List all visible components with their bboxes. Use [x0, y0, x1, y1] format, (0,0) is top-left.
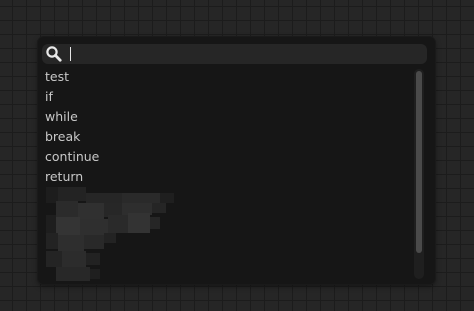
scrollbar[interactable] — [414, 69, 424, 279]
search-input[interactable] — [68, 45, 418, 63]
autocomplete-popup: test if while break continue return — [38, 37, 435, 284]
list-item[interactable]: if — [38, 87, 412, 107]
list-item[interactable] — [38, 227, 412, 247]
list-item[interactable] — [38, 187, 412, 207]
list-item[interactable]: continue — [38, 147, 412, 167]
search-bar[interactable] — [42, 44, 427, 64]
list-item[interactable] — [38, 207, 412, 227]
scrollbar-thumb[interactable] — [416, 71, 422, 253]
list-item[interactable]: return — [38, 167, 412, 187]
text-caret — [70, 47, 71, 61]
list-item[interactable]: while — [38, 107, 412, 127]
search-icon — [45, 45, 63, 63]
list-item[interactable] — [38, 247, 412, 267]
list-item[interactable]: test — [38, 67, 412, 87]
list-item[interactable] — [38, 267, 412, 279]
suggestion-list: test if while break continue return — [38, 67, 412, 279]
list-item[interactable]: break — [38, 127, 412, 147]
